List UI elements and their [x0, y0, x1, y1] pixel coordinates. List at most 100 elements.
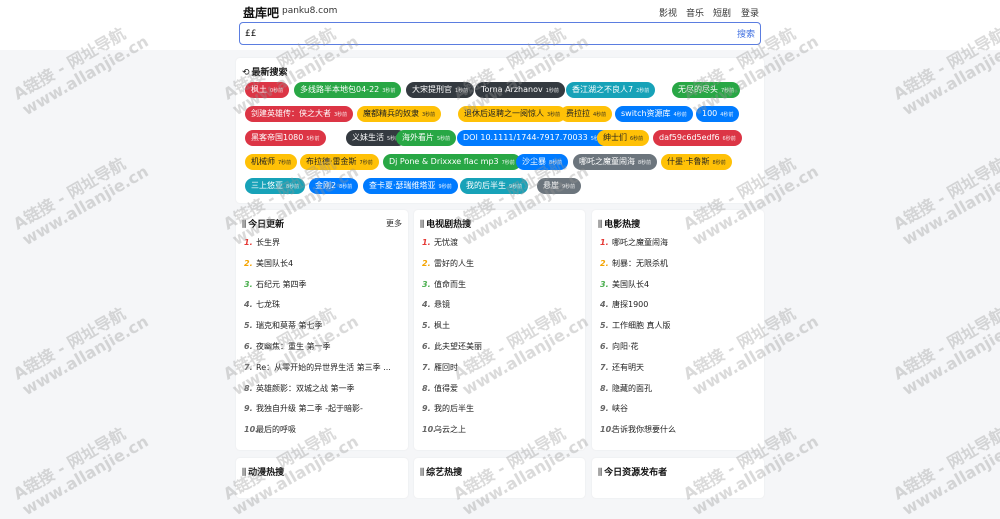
- ranking-card-title: ⫼ 电影热搜: [598, 220, 641, 230]
- ranking-item[interactable]: 6. 此夫望还美丽: [422, 341, 579, 355]
- ranking-item[interactable]: 5. 工作细胞 真人版: [600, 320, 758, 334]
- search-tag[interactable]: 枫土 0秒前: [245, 82, 290, 98]
- search-tag[interactable]: 金刚2 8秒前: [309, 178, 359, 194]
- ranking-item[interactable]: 2. 制暴：无限杀机: [600, 258, 758, 272]
- search-tag[interactable]: 费拉拉 4秒前: [560, 106, 613, 122]
- nav-video[interactable]: 影视: [659, 6, 677, 19]
- search-tag[interactable]: switch资源库 4秒前: [615, 106, 693, 122]
- ranking-item-title: Re：从零开始的异世界生活 第三季 ...: [256, 362, 391, 372]
- search-tag[interactable]: 100 4秒前: [696, 106, 740, 122]
- ranking-item[interactable]: 6. 夜幽焦：重生 第一季: [244, 341, 402, 355]
- more-link[interactable]: 更多: [386, 218, 402, 229]
- site-logo[interactable]: 盘库吧: [243, 4, 279, 21]
- search-tag-label: 义妹生活: [352, 133, 384, 142]
- ranking-item[interactable]: 4. 七龙珠: [244, 299, 402, 313]
- ranking-item-title: 告诉我你想要什么: [612, 425, 676, 435]
- rank-number: 8.: [422, 383, 431, 393]
- rank-number: 9.: [422, 404, 431, 414]
- bar-chart-icon: ⫼: [242, 468, 247, 478]
- search-tag[interactable]: 什墨·卡鲁斯 8秒前: [661, 154, 732, 170]
- rank-number: 10.: [422, 425, 437, 435]
- ranking-item[interactable]: 8. 隐藏的面孔: [600, 383, 758, 397]
- search-tag-label: 多线路半本地包04-22: [300, 85, 380, 94]
- search-tag[interactable]: 退休后返聘之一阅惊人 3秒前: [458, 106, 567, 122]
- search-tag[interactable]: 三上悠亚 8秒前: [245, 178, 306, 194]
- search-box: 搜索: [239, 22, 761, 45]
- ranking-item[interactable]: 3. 美国队长4: [600, 279, 758, 293]
- ranking-item[interactable]: 2. 雷好的人生: [422, 258, 579, 272]
- search-tag[interactable]: 海外看片 5秒前: [396, 130, 457, 146]
- ranking-item[interactable]: 9. 峡谷: [600, 403, 758, 417]
- nav-music[interactable]: 音乐: [686, 6, 704, 19]
- ranking-item[interactable]: 7. Re：从零开始的异世界生活 第三季 ...: [244, 362, 402, 376]
- search-tag[interactable]: 大宋提刑官 1秒前: [406, 82, 475, 98]
- search-button[interactable]: 搜索: [737, 27, 755, 40]
- search-tag[interactable]: 剑建英雄传：侠之大者 3秒前: [245, 106, 354, 122]
- ranking-item[interactable]: 4. 悬镜: [422, 299, 579, 313]
- ranking-item[interactable]: 9. 我独自升级 第二季 -起于暗影-: [244, 403, 402, 417]
- ranking-item[interactable]: 6. 向阳·花: [600, 341, 758, 355]
- search-tag[interactable]: 机械师 7秒前: [245, 154, 298, 170]
- search-tag[interactable]: Torna Arzhanov 1秒前: [475, 82, 565, 98]
- ranking-item[interactable]: 5. 瑞克和莫蒂 第七季: [244, 320, 402, 334]
- ranking-item[interactable]: 10.乌云之上: [422, 424, 579, 438]
- search-tag[interactable]: DOI 10.1111/1744-7917.700335秒前: [457, 130, 610, 146]
- search-tag-time: 9秒前: [509, 184, 523, 190]
- search-tag-time: 4秒前: [673, 112, 687, 118]
- search-tag-label: 哪吒之魔童闹海: [579, 157, 635, 166]
- rank-number: 10.: [244, 425, 259, 435]
- ranking-item[interactable]: 7. 还有明天: [600, 362, 758, 376]
- search-tag-label: daf59c6d5edf6: [659, 133, 720, 142]
- search-tag-time: 4秒前: [593, 112, 607, 118]
- ranking-item[interactable]: 10.最后的呼吸: [244, 424, 402, 438]
- search-tag[interactable]: daf59c6d5edf6 6秒前: [653, 130, 742, 146]
- search-tag-label: 剑建英雄传：侠之大者: [251, 109, 331, 118]
- search-tag[interactable]: 哪吒之魔童闹海 8秒前: [573, 154, 658, 170]
- search-tag[interactable]: 绅士们 6秒前: [597, 130, 650, 146]
- ranking-item-title: 美国队长4: [256, 258, 294, 268]
- ranking-item-title: 乌云之上: [434, 425, 466, 435]
- search-tag[interactable]: Dj Pone & Drixxxe flac mp3 7秒前: [383, 154, 521, 170]
- ranking-item[interactable]: 7. 雁回时: [422, 362, 579, 376]
- search-tag-time: 7秒前: [359, 160, 373, 166]
- ranking-item[interactable]: 8. 值得爱: [422, 383, 579, 397]
- watermark-text: A链接 - 网址导航 www.allanjie.cn: [10, 423, 152, 519]
- search-tag[interactable]: 查卡夏·瑟瑞维塔亚 9秒前: [363, 178, 458, 194]
- ranking-item[interactable]: 3. 值命而生: [422, 279, 579, 293]
- rank-number: 9.: [244, 404, 253, 414]
- search-tag[interactable]: 黑客帝国1080 5秒前: [245, 130, 326, 146]
- search-tag-label: switch资源库: [621, 109, 671, 118]
- ranking-item-title: 枫土: [434, 321, 450, 331]
- watermark-text: A链接 - 网址导航 www.allanjie.cn: [10, 303, 152, 400]
- search-tag[interactable]: 我的后半生 9秒前: [460, 178, 529, 194]
- ranking-item[interactable]: 8. 英雄颜影：双城之战 第一季: [244, 383, 402, 397]
- rank-number: 6.: [244, 342, 253, 351]
- ranking-item[interactable]: 5. 枫土: [422, 320, 579, 334]
- search-tag[interactable]: 悬崖 9秒前: [537, 178, 582, 194]
- ranking-item-title: 美国队长4: [612, 279, 650, 289]
- ranking-card: ⫼ 综艺热搜: [414, 458, 585, 498]
- search-input[interactable]: [245, 26, 715, 41]
- search-tag-time: 0秒前: [270, 88, 284, 94]
- search-tag[interactable]: 无尽的尽头 7秒前: [672, 82, 741, 98]
- search-tag-label: 大宋提刑官: [412, 85, 452, 94]
- ranking-item[interactable]: 1. 哪吒之魔童闹海: [600, 237, 758, 251]
- ranking-item[interactable]: 10.告诉我你想要什么: [600, 424, 758, 438]
- ranking-item[interactable]: 2. 美国队长4: [244, 258, 402, 272]
- search-tag[interactable]: 香江湖之不良人7 2秒前: [566, 82, 656, 98]
- ranking-item[interactable]: 3. 石纪元 第四季: [244, 279, 402, 293]
- search-tag[interactable]: 多线路半本地包04-22 3秒前: [294, 82, 402, 98]
- search-tag-label: 查卡夏·瑟瑞维塔亚: [369, 181, 436, 190]
- rank-number: 8.: [600, 383, 609, 393]
- search-tag[interactable]: 魔都精兵的奴隶 3秒前: [357, 106, 442, 122]
- ranking-item[interactable]: 4. 唐探1900: [600, 299, 758, 313]
- ranking-item[interactable]: 1. 长生界: [244, 237, 402, 251]
- nav-short-drama[interactable]: 短剧: [713, 6, 731, 19]
- search-tag[interactable]: 沙尘暴 8秒前: [516, 154, 569, 170]
- ranking-item[interactable]: 9. 我的后半生: [422, 403, 579, 417]
- nav-login[interactable]: 登录: [741, 6, 759, 19]
- rank-number: 5.: [600, 321, 609, 331]
- latest-search-card: ⟲ 最新搜索 枫土 0秒前 多线路半本地包04-22 3秒前 大宋提刑官 1秒前 Torna …: [236, 58, 764, 203]
- search-tag[interactable]: 布拉德·雷金斯 7秒前: [300, 154, 379, 170]
- ranking-item[interactable]: 1. 无忧渡: [422, 237, 579, 251]
